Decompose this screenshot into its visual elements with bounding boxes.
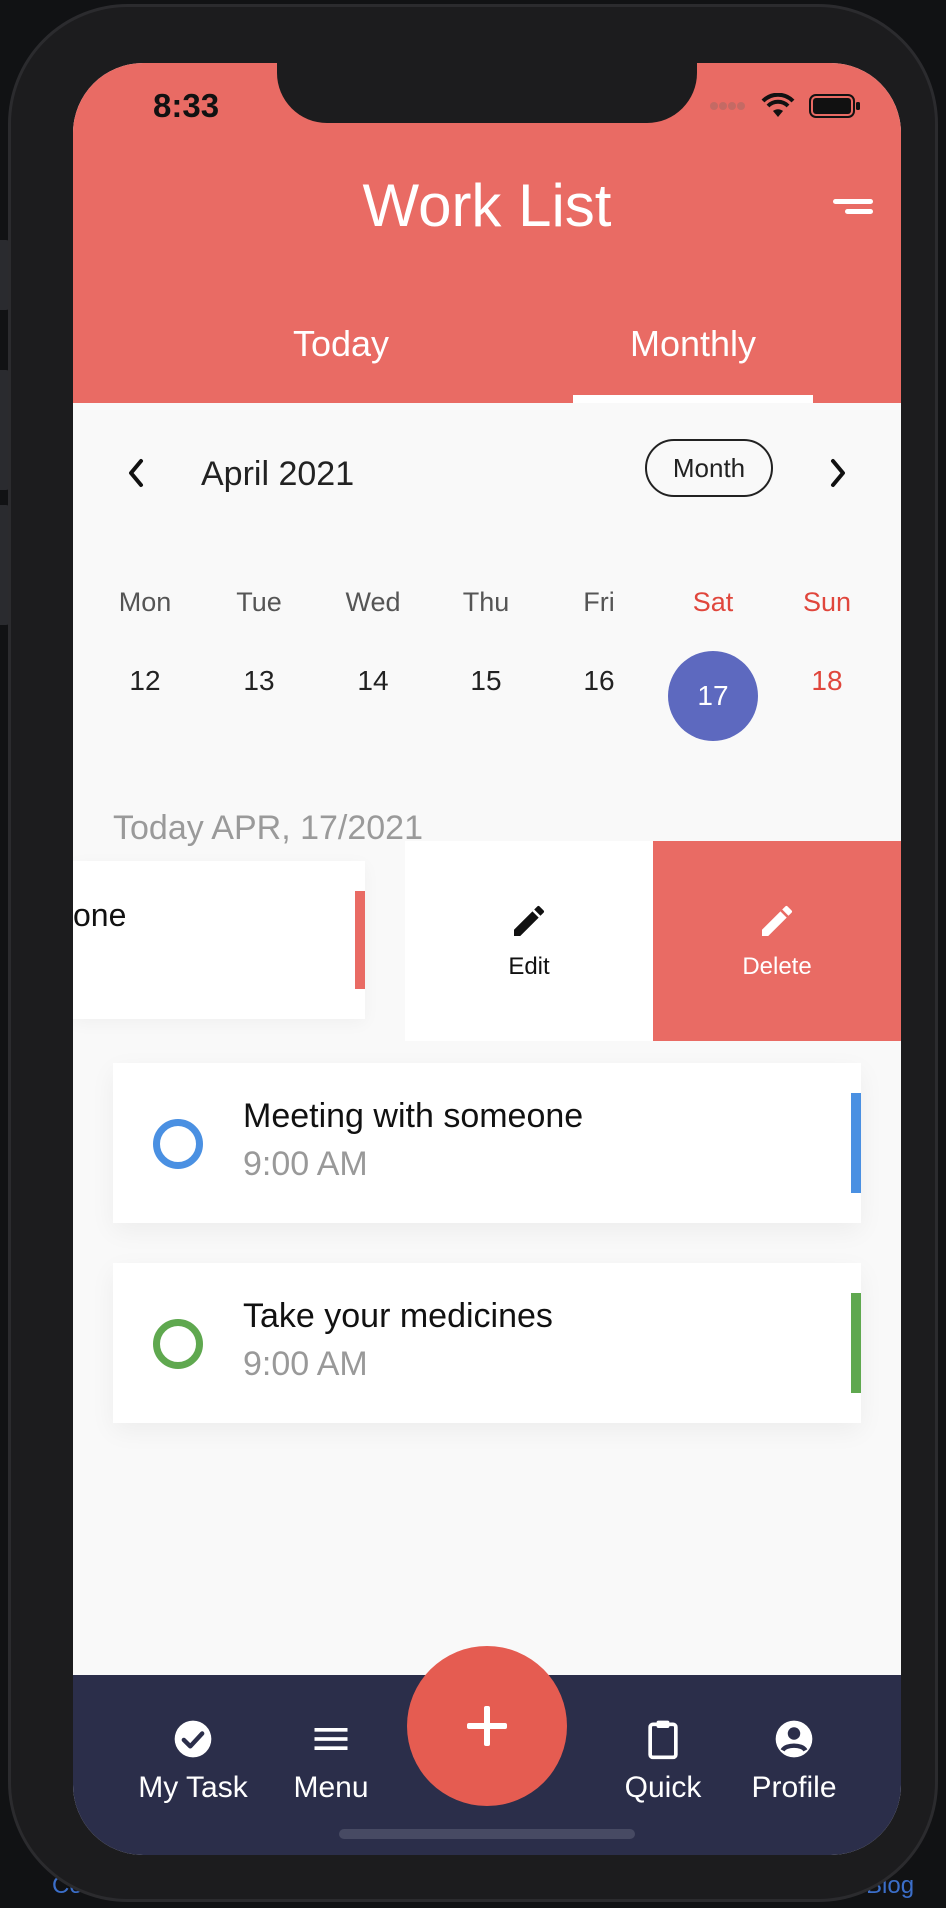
weekday-label: Sat (692, 587, 734, 617)
edit-button[interactable]: Edit (405, 841, 653, 1041)
hamburger-icon (314, 1728, 348, 1750)
chevron-right-icon[interactable] (825, 453, 851, 493)
status-icons (709, 93, 861, 119)
weekday-label: Fri (583, 587, 615, 617)
weekday-label: Tue (236, 587, 282, 617)
wifi-icon (761, 93, 795, 117)
profile-icon (775, 1720, 813, 1758)
weekday-label: Mon (118, 587, 172, 617)
pencil-icon (762, 905, 793, 936)
month-label: April 2021 (201, 455, 355, 493)
calendar-day[interactable]: 15 (441, 665, 531, 697)
calendar-day-selected[interactable]: 17 (668, 651, 758, 741)
delete-button[interactable]: Delete (653, 841, 901, 1041)
nav-menu[interactable]: Menu (261, 1717, 401, 1805)
tab-monthly[interactable]: Monthly (573, 323, 813, 365)
add-task-button[interactable] (407, 1646, 567, 1806)
task-card[interactable]: Meeting with someone 9:00 AM (113, 1063, 861, 1223)
task-title: Meeting with someone (243, 1097, 584, 1135)
task-checkbox[interactable] (153, 1119, 203, 1169)
nav-my-task[interactable]: My Task (123, 1717, 263, 1805)
nav-label: Quick (624, 1771, 702, 1804)
task-checkbox[interactable] (153, 1319, 203, 1369)
check-circle-icon (174, 1720, 212, 1758)
task-color-bar (851, 1093, 861, 1193)
weekday-label: Thu (462, 587, 510, 617)
task-card[interactable]: Take your medicines 9:00 AM (113, 1263, 861, 1423)
nav-label: My Task (138, 1771, 248, 1804)
app-screen: 8:33 Work List Today Monthly April 2021 … (73, 63, 901, 1855)
nav-label: Profile (751, 1771, 837, 1804)
task-time: 9:00 AM (243, 1145, 368, 1183)
day-row: 12 13 14 15 16 17 18 (73, 651, 901, 741)
calendar-nav: April 2021 Month (73, 435, 901, 515)
battery-icon (809, 94, 860, 118)
weekday-label: Sun (802, 587, 852, 617)
calendar-day[interactable]: 18 (782, 665, 872, 697)
nav-profile[interactable]: Profile (724, 1717, 864, 1805)
delete-label: Delete (742, 953, 812, 980)
nav-label: Menu (293, 1771, 369, 1804)
page-title: Work List (362, 172, 612, 239)
status-time: 8:33 (153, 87, 220, 124)
view-mode-button[interactable]: Month (645, 439, 773, 497)
nav-quick[interactable]: Quick (593, 1717, 733, 1805)
notch (277, 63, 697, 123)
calendar-day[interactable]: 13 (214, 665, 304, 697)
weekday-label: Wed (345, 587, 401, 617)
home-indicator (339, 1829, 635, 1839)
date-heading: Today APR, 17/2021 (113, 809, 424, 847)
edit-label: Edit (508, 953, 550, 980)
calendar-day[interactable]: 12 (100, 665, 190, 697)
chevron-left-icon[interactable] (123, 453, 149, 493)
weekday-row: Mon Tue Wed Thu Fri Sat Sun (73, 587, 901, 627)
task-title-partial: one (73, 897, 127, 933)
task-card-swiped[interactable]: one (73, 861, 365, 1019)
calendar-day[interactable]: 14 (328, 665, 418, 697)
tab-active-indicator (573, 395, 813, 403)
task-time: 9:00 AM (243, 1345, 368, 1383)
task-color-bar (851, 1293, 861, 1393)
signal-icon (710, 102, 745, 110)
task-title: Take your medicines (243, 1297, 553, 1335)
pencil-icon (514, 905, 545, 936)
plus-icon (467, 1706, 507, 1746)
clipboard-icon (648, 1720, 678, 1760)
filter-menu-icon[interactable] (829, 199, 873, 221)
calendar-day[interactable]: 16 (554, 665, 644, 697)
phone-frame: 8:33 Work List Today Monthly April 2021 … (8, 4, 938, 1902)
task-color-bar (355, 891, 365, 989)
tab-today[interactable]: Today (221, 323, 461, 365)
